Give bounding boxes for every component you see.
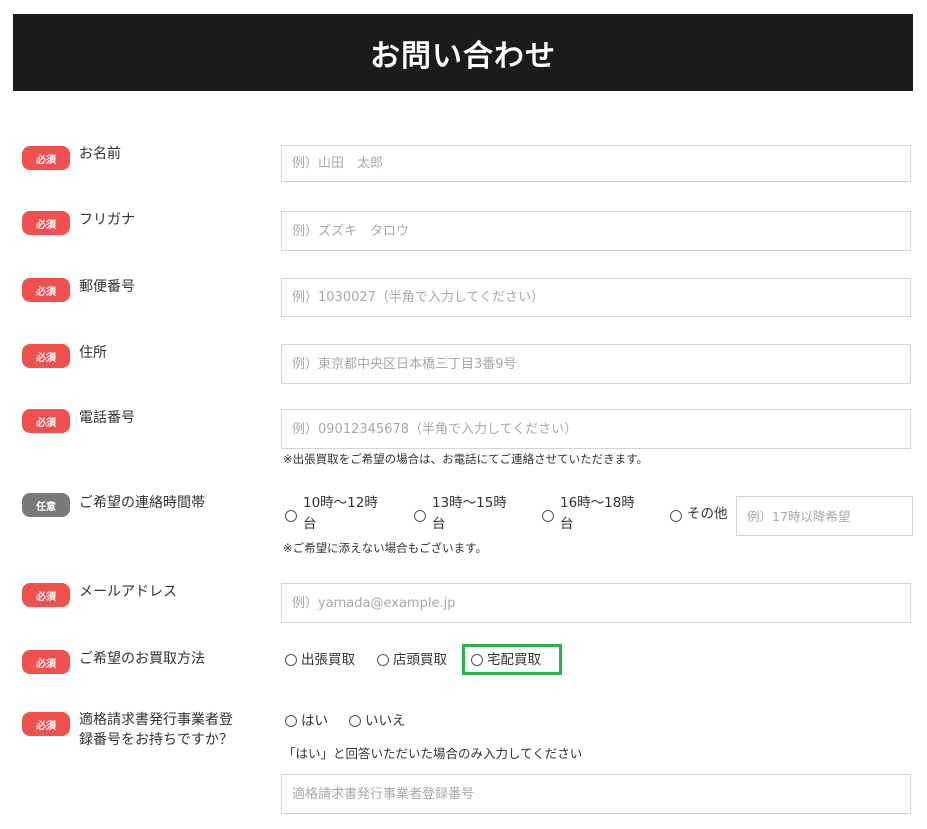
address-input[interactable] — [281, 344, 911, 384]
time-option-label: 13時～15時 台 — [432, 495, 507, 532]
invoice-label: 適格請求書発行事業者登 録番号をお持ちですか？ — [79, 712, 233, 748]
radio-16-18[interactable] — [542, 510, 554, 522]
page-header: お問い合わせ — [13, 14, 913, 91]
furigana-label: フリガナ — [79, 212, 135, 228]
radio-option-dispatch[interactable]: 出張買取 — [285, 651, 355, 669]
radio-10-12[interactable] — [285, 510, 297, 522]
required-badge: 必須 — [22, 278, 70, 302]
time-option-label: 16時～18時 台 — [560, 495, 635, 532]
phone-label: 電話番号 — [79, 410, 135, 426]
furigana-input[interactable] — [281, 211, 911, 251]
radio-circle[interactable] — [285, 715, 297, 727]
radio-option-yes[interactable]: はい — [285, 712, 328, 730]
name-label: お名前 — [79, 146, 121, 162]
contact-time-note: ※ご希望に添えない場合もございます。 — [283, 541, 487, 555]
optional-badge: 任意 — [22, 493, 70, 517]
purchase-method-label: ご希望のお買取方法 — [79, 651, 205, 667]
radio-other[interactable] — [670, 510, 682, 522]
required-badge: 必須 — [22, 650, 70, 674]
radio-circle[interactable] — [377, 654, 389, 666]
postal-input[interactable] — [281, 278, 911, 317]
required-badge: 必須 — [22, 409, 70, 433]
email-input[interactable] — [281, 583, 911, 623]
address-label: 住所 — [79, 345, 107, 361]
time-option-label: 10時～12時 台 — [303, 495, 378, 532]
contact-time-label: ご希望の連絡時間帯 — [79, 495, 205, 511]
required-badge: 必須 — [22, 146, 70, 170]
required-badge: 必須 — [22, 712, 70, 736]
name-input[interactable] — [281, 145, 911, 182]
radio-circle[interactable] — [285, 654, 297, 666]
required-badge: 必須 — [22, 583, 70, 607]
time-option-other-label: その他 — [687, 506, 728, 522]
page-title: お問い合わせ — [370, 38, 556, 74]
highlight-box — [462, 644, 562, 675]
other-time-input[interactable] — [736, 496, 913, 536]
invoice-note: 「はい」と回答いただいた場合のみ入力してください — [283, 746, 583, 761]
required-badge: 必須 — [22, 211, 70, 235]
phone-note: ※出張買取をご希望の場合は、お電話にてご連絡させていただきます。 — [283, 452, 648, 466]
radio-option-no[interactable]: いいえ — [349, 712, 406, 730]
radio-circle[interactable] — [349, 715, 361, 727]
invoice-number-input[interactable] — [281, 774, 911, 814]
required-badge: 必須 — [22, 344, 70, 368]
email-label: メールアドレス — [79, 584, 177, 600]
postal-label: 郵便番号 — [79, 279, 135, 295]
phone-input[interactable] — [281, 409, 911, 449]
radio-option-store[interactable]: 店頭買取 — [377, 651, 447, 669]
radio-13-15[interactable] — [414, 510, 426, 522]
